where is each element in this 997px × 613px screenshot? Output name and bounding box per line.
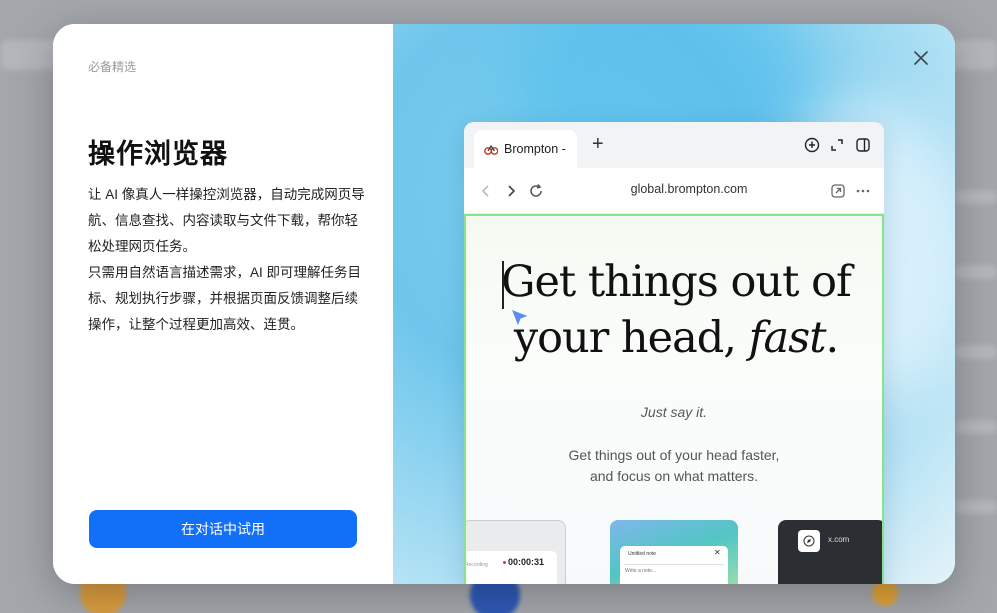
url-field[interactable]: global.brompton.com	[604, 182, 774, 196]
bg-text	[955, 345, 997, 359]
reload-icon[interactable]	[528, 183, 544, 199]
recording-dot	[503, 561, 506, 564]
compass-icon	[798, 530, 820, 552]
headline-period: .	[825, 313, 839, 363]
webpage-subtext: Get things out of your head faster, and …	[526, 445, 822, 487]
bg-text	[955, 500, 997, 514]
headline-line: Get things out of	[501, 257, 852, 307]
share-icon[interactable]	[830, 183, 846, 199]
ai-pointer-icon	[510, 308, 530, 328]
modal-preview-panel: Brompton - + global.brompton.com Get thi…	[393, 24, 955, 584]
forward-icon[interactable]	[503, 183, 519, 199]
fullscreen-icon[interactable]	[829, 137, 845, 153]
note-close-icon[interactable]: ✕	[714, 548, 721, 557]
brompton-favicon-icon	[484, 144, 498, 155]
try-in-chat-button[interactable]: 在对话中试用	[89, 510, 357, 548]
feature-modal: 必备精选 操作浏览器 让 AI 像真人一样操控浏览器，自动完成网页导航、信息查找…	[53, 24, 955, 584]
more-icon[interactable]	[855, 183, 871, 199]
note-title: Untitled note	[628, 551, 657, 557]
subtext-line: and focus on what matters.	[589, 468, 759, 484]
webpage-content: Get things out of your head, fast. Just …	[464, 214, 884, 584]
note-card[interactable]: Untitled note ✕ Write a note...	[610, 520, 738, 584]
modal-description: 让 AI 像真人一样操控浏览器，自动完成网页导航、信息查找、内容读取与文件下载，…	[88, 182, 368, 338]
tab-title: Brompton -	[504, 142, 566, 156]
bg-text	[955, 265, 997, 279]
webpage-tagline: Just say it.	[640, 404, 708, 420]
webpage-headline: Get things out of your head, fast.	[486, 254, 866, 366]
recording-panel: Recording 00:00:31	[465, 551, 557, 584]
back-icon[interactable]	[478, 183, 494, 199]
description-paragraph: 让 AI 像真人一样操控浏览器，自动完成网页导航、信息查找、内容读取与文件下载，…	[88, 187, 365, 254]
new-tab-icon[interactable]: +	[592, 134, 604, 154]
sidebar-toggle-icon[interactable]	[855, 137, 871, 153]
site-card[interactable]: x.com	[778, 520, 882, 584]
headline-text: your head,	[513, 313, 749, 363]
browser-tab-bar: Brompton - +	[464, 122, 884, 168]
note-input[interactable]: Write a note...	[625, 568, 656, 574]
browser-address-bar: global.brompton.com	[464, 168, 884, 214]
description-paragraph: 只需用自然语言描述需求，AI 即可理解任务目标、规划执行步骤，并根据页面反馈调整…	[88, 265, 362, 332]
note-window: Untitled note ✕ Write a note...	[620, 546, 728, 584]
bg-text	[955, 420, 997, 434]
headline-italic: fast	[748, 313, 827, 363]
recording-card[interactable]: Recording 00:00:31	[465, 520, 566, 584]
category-label: 必备精选	[88, 60, 137, 74]
recording-label: Recording	[465, 562, 488, 568]
browser-preview: Brompton - + global.brompton.com Get thi…	[464, 122, 884, 584]
divider	[624, 564, 724, 565]
site-url: x.com	[828, 535, 850, 544]
bg-text	[955, 190, 997, 204]
recording-time: 00:00:31	[508, 557, 545, 567]
browser-tab[interactable]: Brompton -	[474, 130, 577, 168]
subtext-line: Get things out of your head faster,	[568, 447, 780, 463]
headline-line: your head, fast.	[486, 310, 866, 366]
modal-left-panel: 必备精选 操作浏览器 让 AI 像真人一样操控浏览器，自动完成网页导航、信息查找…	[53, 24, 393, 584]
close-icon[interactable]	[911, 48, 931, 68]
modal-title: 操作浏览器	[88, 139, 228, 169]
download-icon[interactable]	[804, 137, 820, 153]
